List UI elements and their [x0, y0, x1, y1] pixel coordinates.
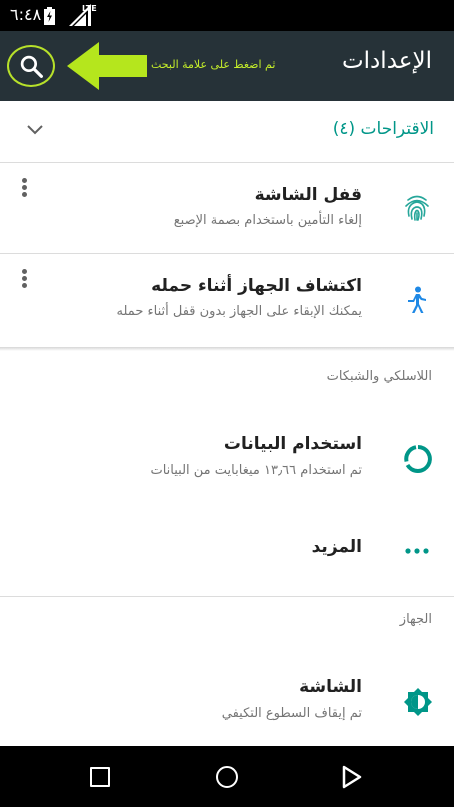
chevron-down-icon[interactable] — [25, 123, 45, 137]
section-shadow — [0, 347, 454, 351]
network-type: LTE — [82, 4, 97, 13]
suggestion-card-screen-lock[interactable]: قفل الشاشة إلغاء التأمين باستخدام بصمة ا… — [0, 163, 454, 253]
search-button[interactable] — [7, 45, 57, 87]
row-title: المزيد — [311, 537, 362, 557]
page-title: الإعدادات — [342, 48, 432, 74]
suggestion-title: قفل الشاشة — [254, 185, 362, 205]
section-label-device: الجهاز — [399, 612, 432, 627]
back-icon[interactable] — [341, 765, 363, 789]
divider — [0, 596, 454, 597]
home-icon[interactable] — [216, 766, 238, 788]
settings-item-more[interactable]: المزيد — [0, 505, 454, 595]
battery-charging-icon — [44, 7, 55, 25]
app-bar: ثم اضغط على علامة البحث الإعدادات — [0, 31, 454, 101]
suggestion-card-on-body-detection[interactable]: اكتشاف الجهاز أثناء حمله يمكنك الإبقاء ع… — [0, 254, 454, 347]
status-bar: ٦:٤٨ LTE — [0, 0, 454, 31]
suggestion-subtitle: إلغاء التأمين باستخدام بصمة الإصبع — [173, 213, 362, 228]
recents-icon[interactable] — [90, 767, 110, 787]
navigation-bar — [0, 746, 454, 807]
brightness-icon — [404, 688, 432, 716]
settings-item-display[interactable]: الشاشة تم إيقاف السطوع التكيفي — [0, 655, 454, 745]
search-icon — [20, 55, 43, 78]
row-subtitle: تم استخدام ١٣٫٦٦ ميغابايت من البيانات — [150, 463, 362, 478]
more-vert-icon[interactable] — [20, 178, 30, 202]
more-vert-icon[interactable] — [20, 269, 30, 293]
data-usage-icon — [404, 445, 432, 473]
suggestion-subtitle: يمكنك الإبقاء على الجهاز بدون قفل أثناء … — [116, 304, 362, 319]
suggestion-title: اكتشاف الجهاز أثناء حمله — [151, 276, 362, 296]
arrow-icon — [67, 42, 147, 90]
settings-item-data-usage[interactable]: استخدام البيانات تم استخدام ١٣٫٦٦ ميغابا… — [0, 410, 454, 505]
row-title: استخدام البيانات — [223, 434, 362, 454]
annotation-text: ثم اضغط على علامة البحث — [151, 58, 276, 71]
row-title: الشاشة — [299, 677, 362, 697]
row-subtitle: تم إيقاف السطوع التكيفي — [221, 706, 362, 721]
status-time: ٦:٤٨ — [10, 5, 42, 24]
more-horiz-icon — [405, 548, 429, 554]
suggestions-header[interactable]: الاقتراحات (٤) — [0, 101, 454, 162]
fingerprint-icon — [405, 195, 429, 221]
suggestions-title: الاقتراحات (٤) — [332, 119, 434, 139]
walking-person-icon — [408, 286, 426, 313]
section-label-wireless: اللاسلكي والشبكات — [326, 369, 432, 384]
